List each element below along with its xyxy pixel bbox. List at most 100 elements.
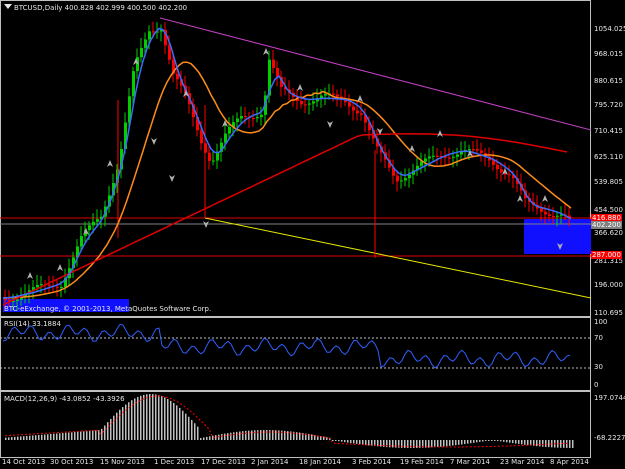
fractal-arrow (27, 272, 33, 279)
level-tag: 287.000 (591, 251, 622, 259)
rsi-header: RSI(14) 33.1884 (4, 320, 61, 328)
chart-menu-icon[interactable] (4, 4, 12, 9)
candle-body (40, 284, 43, 286)
candle-body (404, 178, 407, 181)
candle-body (396, 175, 399, 182)
macd-histogram-bar (473, 440, 475, 443)
candle-body (476, 149, 479, 151)
time-label: 23 Mar 2014 (500, 458, 545, 466)
ma-fast-line (2, 61, 572, 299)
candle-body (480, 150, 483, 154)
macd-histogram-bar (176, 405, 178, 440)
macd-histogram-bar (182, 410, 184, 440)
macd-histogram-bar (455, 440, 457, 446)
macd-histogram-bar (512, 440, 514, 444)
time-label: 1 Dec 2013 (154, 458, 195, 466)
macd-histogram-bar (143, 394, 145, 440)
macd-histogram-bar (494, 440, 496, 441)
macd-histogram-bar (167, 399, 169, 440)
price-label: 110.695 (594, 309, 623, 317)
macd-histogram-bar (368, 440, 370, 446)
macd-histogram-bar (71, 432, 73, 440)
macd-histogram-bar (311, 434, 313, 440)
rsi-label-100: 100 (594, 318, 608, 326)
macd-histogram-bar (341, 440, 343, 442)
macd-histogram-bar (428, 440, 430, 448)
macd-histogram-bar (62, 433, 64, 440)
candle-body (80, 236, 83, 247)
ma-blue-line (2, 27, 572, 299)
candle-body (400, 180, 403, 182)
candle-body (428, 156, 431, 159)
macd-histogram-bar (41, 434, 43, 440)
candle-body (144, 39, 147, 48)
macd-axis[interactable]: 197.0744 -68.2227 (591, 391, 625, 458)
macd-histogram-bar (524, 440, 526, 445)
price-chart (0, 17, 591, 312)
macd-histogram-bar (227, 433, 229, 440)
macd-histogram-bar (506, 440, 508, 443)
macd-histogram-bar (242, 431, 244, 440)
macd-histogram-bar (221, 434, 223, 440)
rsi-axis[interactable]: 100 70 30 0 (591, 317, 625, 391)
candle-body (448, 157, 451, 159)
macd-histogram-bar (470, 440, 472, 444)
macd-histogram-bar (362, 440, 364, 445)
macd-histogram-bar (545, 440, 547, 447)
rsi-label-70: 70 (594, 334, 603, 342)
macd-histogram-bar (149, 394, 151, 440)
macd-histogram-bar (464, 440, 466, 445)
macd-histogram-bar (251, 430, 253, 440)
macd-histogram-bar (539, 440, 541, 447)
macd-histogram-bar (338, 440, 340, 442)
candle-body (56, 286, 59, 288)
candle-body (48, 284, 51, 286)
macd-histogram-bar (224, 433, 226, 440)
macd-histogram-bar (359, 440, 361, 445)
macd-histogram-bar (347, 440, 349, 443)
time-label: 2 Jan 2014 (251, 458, 289, 466)
macd-histogram-bar (5, 437, 7, 440)
macd-histogram-bar (266, 430, 268, 440)
price-axis[interactable]: 1054.025 968.015 880.615 795.720 710.415 625.… (591, 0, 625, 317)
macd-histogram-bar (458, 440, 460, 445)
macd-histogram-bar (461, 440, 463, 445)
rsi-chart (0, 323, 591, 369)
macd-histogram-bar (110, 418, 112, 440)
fractal-arrow (517, 195, 523, 202)
macd-histogram-bar (335, 440, 337, 441)
macd-histogram-bar (179, 407, 181, 440)
macd-histogram-bar (515, 440, 517, 444)
candle-body (356, 110, 359, 114)
macd-histogram-bar (116, 412, 118, 440)
macd-histogram-bar (536, 440, 538, 447)
macd-histogram-bar (56, 433, 58, 440)
ma-slow-line (2, 133, 568, 306)
macd-histogram-bar (203, 437, 205, 440)
macd-histogram-bar (299, 432, 301, 440)
time-label: 7 Mar 2014 (450, 458, 490, 466)
macd-histogram-bar (542, 440, 544, 447)
price-label: 795.720 (594, 101, 623, 109)
macd-histogram-bar (500, 440, 502, 442)
macd-histogram-bar (173, 402, 175, 440)
macd-histogram-bar (350, 440, 352, 444)
macd-histogram-bar (485, 440, 487, 441)
macd-histogram-bar (8, 437, 10, 440)
candle-body (228, 126, 231, 134)
macd-histogram-bar (356, 440, 358, 444)
macd-histogram-bar (17, 436, 19, 440)
macd-histogram-bar (65, 432, 67, 440)
macd-histogram-bar (20, 436, 22, 440)
macd-histogram-bar (50, 434, 52, 440)
macd-histogram-bar (158, 395, 160, 440)
candle-body (60, 286, 63, 288)
price-label: 625.110 (594, 153, 623, 161)
candle-body (92, 221, 95, 226)
macd-histogram-bar (146, 394, 148, 440)
candle-body (176, 73, 179, 80)
metatrader-chart-window: BTCUSD,Daily 400.828 402.999 400.500 402… (0, 0, 625, 469)
time-label: 8 Apr 2014 (550, 458, 589, 466)
candle-body (148, 31, 151, 40)
fractal-arrow (297, 84, 303, 91)
